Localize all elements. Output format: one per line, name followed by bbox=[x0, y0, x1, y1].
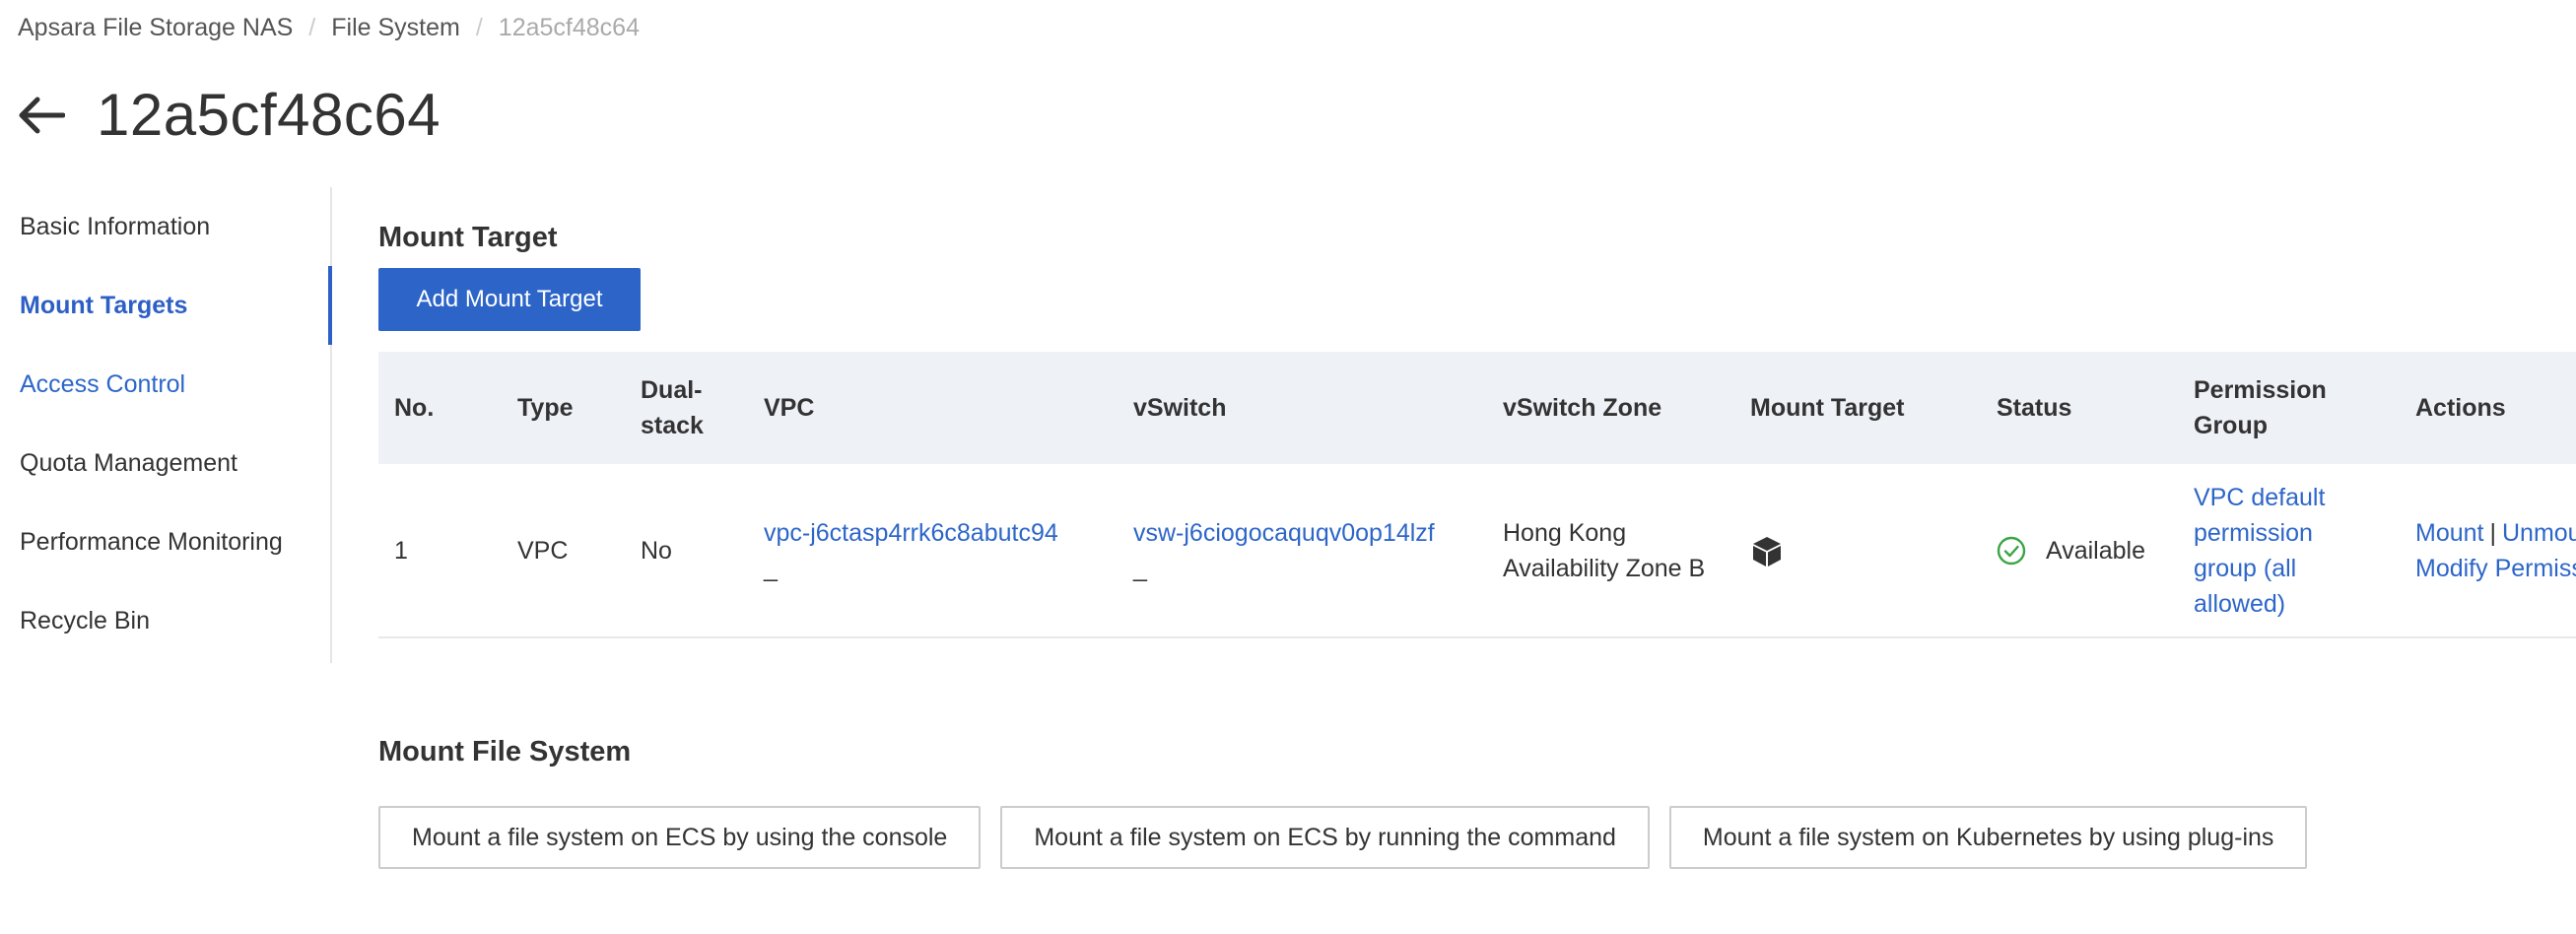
table-header: No. Type Dual-stack VPC vSwitch vSwitch … bbox=[378, 352, 2576, 464]
cell-actions: Mount|Unmount Modify Permission Group bbox=[2400, 515, 2576, 586]
cell-status: Available bbox=[1981, 533, 2178, 568]
permission-group-link[interactable]: VPC default permission group (all allowe… bbox=[2194, 484, 2325, 618]
vpc-sub-text: _ bbox=[764, 554, 778, 582]
mount-action-link[interactable]: Mount bbox=[2415, 519, 2483, 547]
sidebar-item-basic-information[interactable]: Basic Information bbox=[0, 187, 330, 266]
mount-target-table: No. Type Dual-stack VPC vSwitch vSwitch … bbox=[378, 352, 2576, 638]
sidebar-item-access-control[interactable]: Access Control bbox=[0, 345, 330, 424]
cell-no: 1 bbox=[394, 536, 408, 565]
status-text: Available bbox=[2046, 536, 2146, 565]
modify-permission-group-link[interactable]: Modify Permission Group bbox=[2415, 555, 2576, 582]
sidebar-item-performance-monitoring[interactable]: Performance Monitoring bbox=[0, 502, 330, 581]
action-separator: | bbox=[2489, 518, 2496, 547]
mount-target-section-title: Mount Target bbox=[378, 222, 558, 253]
cell-type: VPC bbox=[517, 536, 569, 565]
breadcrumb-item-nas[interactable]: Apsara File Storage NAS bbox=[18, 14, 293, 42]
mount-file-system-buttons: Mount a file system on ECS by using the … bbox=[378, 806, 2327, 869]
column-header-type: Type bbox=[517, 394, 574, 422]
column-header-vswitch-zone: vSwitch Zone bbox=[1503, 394, 1662, 422]
main-content: Mount Target Add Mount Target No. Type D… bbox=[378, 0, 2576, 934]
column-header-no: No. bbox=[394, 394, 435, 422]
column-header-dual-stack: Dual-stack bbox=[641, 376, 704, 439]
mount-file-system-section-title: Mount File System bbox=[378, 736, 632, 767]
sidebar-item-mount-targets[interactable]: Mount Targets bbox=[0, 266, 332, 345]
vpc-id-link[interactable]: vpc-j6ctasp4rrk6c8abutc94 bbox=[764, 519, 1058, 547]
cube-icon[interactable] bbox=[1750, 535, 1784, 568]
cell-mount-target bbox=[1734, 532, 1981, 567]
column-header-actions: Actions bbox=[2415, 394, 2506, 422]
sidebar-nav: Basic Information Mount Targets Access C… bbox=[0, 187, 332, 663]
check-circle-icon bbox=[1997, 536, 2026, 566]
mount-ecs-console-button[interactable]: Mount a file system on ECS by using the … bbox=[378, 806, 982, 869]
vswitch-sub-text: _ bbox=[1133, 554, 1147, 582]
sidebar-item-recycle-bin[interactable]: Recycle Bin bbox=[0, 581, 330, 660]
cell-permission-group: VPC default permission group (all allowe… bbox=[2178, 480, 2400, 622]
mount-kubernetes-plugin-button[interactable]: Mount a file system on Kubernetes by usi… bbox=[1668, 806, 2308, 869]
column-header-status: Status bbox=[1997, 394, 2072, 422]
column-header-vpc: VPC bbox=[764, 394, 815, 422]
cell-vpc: vpc-j6ctasp4rrk6c8abutc94 _ bbox=[748, 515, 1118, 586]
vswitch-id-link[interactable]: vsw-j6ciogocaquqv0op14lzf bbox=[1133, 519, 1435, 547]
page-header: 12a5cf48c64 bbox=[16, 81, 441, 149]
cell-dual-stack: No bbox=[641, 536, 672, 565]
column-header-permission-group: Permission Group bbox=[2194, 376, 2327, 439]
add-mount-target-button[interactable]: Add Mount Target bbox=[378, 268, 641, 331]
back-arrow-icon[interactable] bbox=[16, 96, 67, 135]
sidebar-item-quota-management[interactable]: Quota Management bbox=[0, 424, 330, 502]
cell-vswitch-zone: Hong Kong Availability Zone B bbox=[1503, 518, 1706, 582]
mount-ecs-command-button[interactable]: Mount a file system on ECS by running th… bbox=[1000, 806, 1650, 869]
column-header-vswitch: vSwitch bbox=[1133, 394, 1227, 422]
breadcrumb-separator: / bbox=[308, 14, 316, 41]
unmount-action-link[interactable]: Unmount bbox=[2502, 519, 2576, 547]
column-header-mount-target: Mount Target bbox=[1750, 394, 1905, 422]
table-row: 1 VPC No vpc-j6ctasp4rrk6c8abutc94 _ vsw… bbox=[378, 464, 2576, 638]
cell-vswitch: vsw-j6ciogocaquqv0op14lzf _ bbox=[1118, 515, 1487, 586]
